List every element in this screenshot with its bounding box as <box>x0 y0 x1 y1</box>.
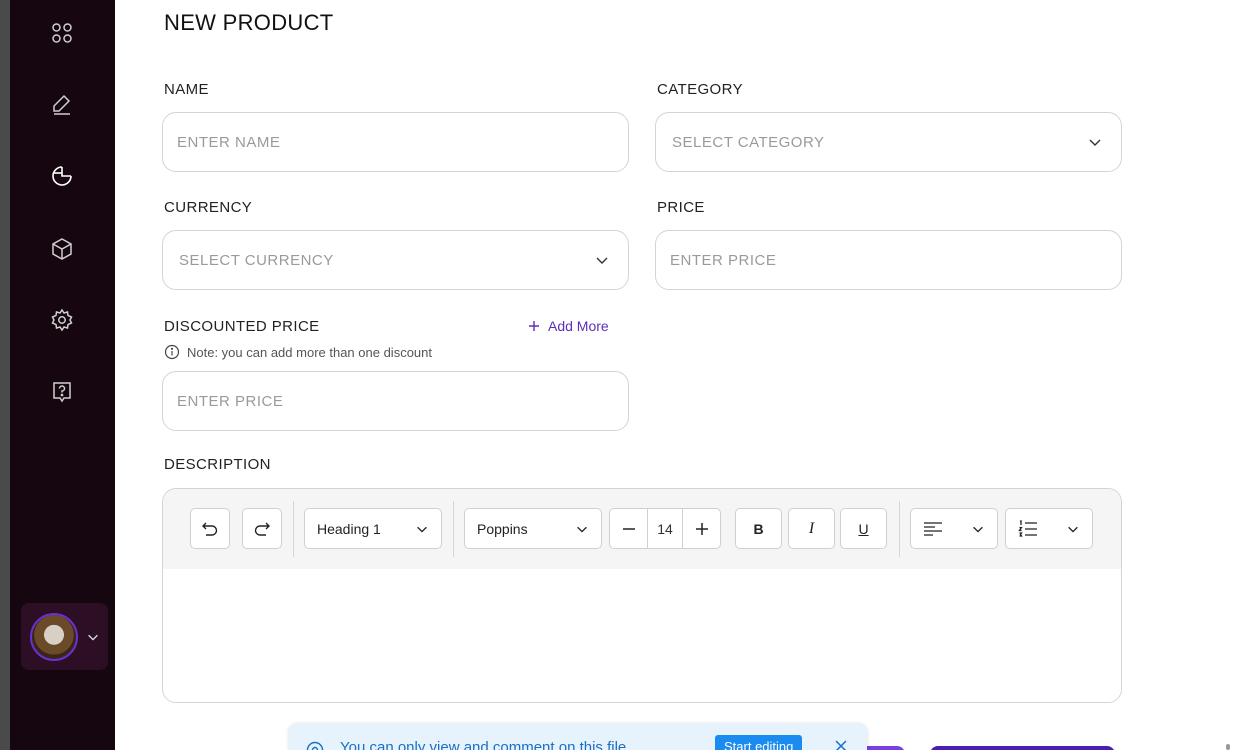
primary-action-button[interactable] <box>930 746 1115 750</box>
redo-icon <box>254 522 270 536</box>
chevron-down-icon <box>1089 139 1101 146</box>
view-only-message: You can only view and comment on this fi… <box>340 739 627 750</box>
view-only-banner: You can only view and comment on this fi… <box>289 723 867 750</box>
discount-note: Note: you can add more than one discount <box>164 344 432 360</box>
add-more-button[interactable]: Add More <box>528 318 609 334</box>
plus-icon <box>695 522 708 535</box>
add-more-label: Add More <box>548 318 609 334</box>
editor-toolbar: Heading 1 Poppins 14 B I U <box>163 489 1121 569</box>
price-label: PRICE <box>657 199 705 216</box>
chevron-down-icon <box>577 526 587 533</box>
font-size-value[interactable]: 14 <box>647 509 683 548</box>
description-label: DESCRIPTION <box>164 456 271 473</box>
settings-icon[interactable] <box>48 306 76 334</box>
edit-icon[interactable] <box>48 90 76 118</box>
sidebar <box>10 0 115 750</box>
font-select-value: Poppins <box>477 520 528 537</box>
plus-icon <box>529 321 539 331</box>
underline-button[interactable]: U <box>840 508 887 549</box>
bold-button[interactable]: B <box>735 508 782 549</box>
heading-select-value: Heading 1 <box>317 520 381 537</box>
undo-icon <box>202 522 218 536</box>
name-field[interactable] <box>162 112 629 172</box>
price-field[interactable] <box>655 230 1122 290</box>
start-editing-button[interactable]: Start editing <box>715 735 803 750</box>
help-icon[interactable] <box>48 378 76 406</box>
currency-label: CURRENCY <box>164 199 253 216</box>
currency-select[interactable]: SELECT CURRENCY <box>162 230 629 290</box>
discount-note-text: Note: you can add more than one discount <box>187 344 432 360</box>
box-icon[interactable] <box>48 235 76 263</box>
discounted-price-field[interactable] <box>162 371 629 431</box>
window-edge <box>0 0 10 750</box>
heading-select[interactable]: Heading 1 <box>304 508 442 549</box>
font-size-stepper: 14 <box>609 508 721 549</box>
editor-content-area[interactable] <box>163 569 1121 702</box>
toolbar-divider <box>453 501 454 557</box>
toolbar-divider <box>899 501 900 557</box>
category-label: CATEGORY <box>657 81 743 98</box>
chevron-down-icon <box>417 526 427 533</box>
undo-button[interactable] <box>190 508 230 549</box>
font-size-decrease-button[interactable] <box>610 509 647 548</box>
numbered-list-icon <box>1018 519 1037 537</box>
main-content: NEW PRODUCT NAME CATEGORY SELECT CATEGOR… <box>115 0 1233 750</box>
rich-text-editor: Heading 1 Poppins 14 B I U <box>162 488 1122 703</box>
minus-icon <box>622 527 635 530</box>
info-icon <box>164 344 180 360</box>
name-input[interactable] <box>177 133 610 151</box>
price-input[interactable] <box>670 251 1103 269</box>
close-icon[interactable] <box>834 739 848 750</box>
toolbar-divider <box>293 501 294 557</box>
list-style-select[interactable] <box>1005 508 1093 549</box>
profile-menu[interactable] <box>21 603 108 670</box>
name-label: NAME <box>164 81 209 98</box>
text-align-select[interactable] <box>910 508 998 549</box>
category-select-value: SELECT CATEGORY <box>672 133 825 151</box>
font-size-increase-button[interactable] <box>683 509 720 548</box>
chevron-down-icon <box>1068 526 1078 533</box>
chevron-down-icon <box>596 257 608 264</box>
avatar <box>30 612 78 661</box>
grid-icon[interactable] <box>48 19 76 47</box>
align-left-icon <box>924 521 942 536</box>
scrollbar-thumb[interactable] <box>1226 744 1230 750</box>
font-select[interactable]: Poppins <box>464 508 602 549</box>
pie-chart-icon[interactable] <box>48 162 76 190</box>
page: NEW PRODUCT NAME CATEGORY SELECT CATEGOR… <box>0 0 1233 750</box>
redo-button[interactable] <box>242 508 282 549</box>
discounted-price-input[interactable] <box>177 392 610 410</box>
currency-select-value: SELECT CURRENCY <box>179 251 334 269</box>
italic-button[interactable]: I <box>788 508 835 549</box>
chevron-down-icon <box>973 526 983 533</box>
view-icon <box>306 741 324 750</box>
page-title: NEW PRODUCT <box>164 10 334 35</box>
chevron-down-icon <box>88 634 98 641</box>
discounted-price-label: DISCOUNTED PRICE <box>164 318 320 335</box>
category-select[interactable]: SELECT CATEGORY <box>655 112 1122 172</box>
